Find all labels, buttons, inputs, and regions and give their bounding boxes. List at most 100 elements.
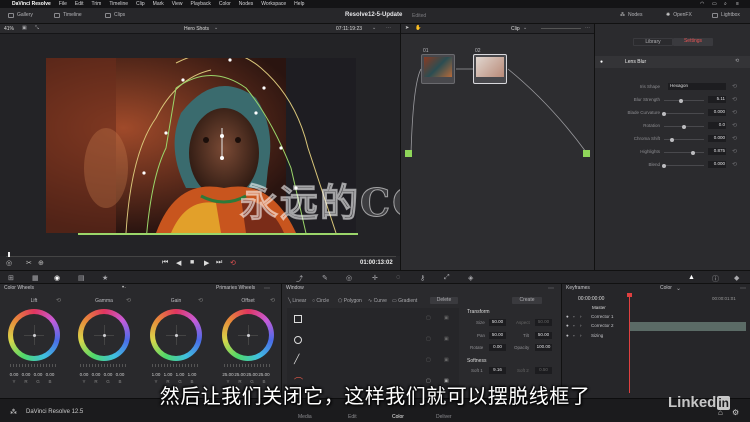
track-enable-icon[interactable]: ●	[566, 314, 569, 319]
wheel-value[interactable]: 0.00	[20, 372, 32, 377]
window-row-linear[interactable]: ▢ ▣	[288, 310, 458, 330]
param-value[interactable]: 0.0	[708, 122, 726, 129]
track-expand-icon[interactable]: ›	[580, 333, 582, 338]
wheels-options-icon[interactable]: ⋯	[264, 285, 270, 292]
menu-workspace[interactable]: Workspace	[261, 1, 286, 7]
param-slider[interactable]	[664, 113, 704, 114]
clip-dropdown-icon[interactable]: ⌄	[214, 25, 218, 31]
track-expand-icon[interactable]: ›	[580, 323, 582, 328]
output-node[interactable]	[583, 150, 590, 157]
param-value[interactable]: 0.875	[708, 148, 726, 155]
wheel-puck[interactable]	[247, 334, 250, 337]
stop-icon[interactable]: ■	[190, 259, 194, 266]
menu-color[interactable]: Color	[219, 1, 231, 7]
track-lock-icon[interactable]: ▫	[573, 314, 575, 319]
color-wheel-lift[interactable]	[8, 309, 60, 361]
window-row-circle[interactable]: ▢ ▣	[288, 331, 458, 351]
menu-file[interactable]: File	[59, 1, 67, 7]
scrubber-track[interactable]	[6, 256, 396, 257]
zoom-level[interactable]: 41%	[4, 26, 14, 32]
keyframe-icon[interactable]: ◆	[734, 274, 739, 282]
tracker-icon[interactable]: ✛	[372, 274, 378, 282]
spotlight-icon[interactable]: ⌕	[724, 1, 727, 7]
camera-raw-icon[interactable]: ⊞	[8, 274, 14, 282]
keyframe-track-row[interactable]: ● ▫ › Corrector 1	[563, 314, 747, 322]
param-slider-knob[interactable]	[678, 98, 683, 103]
window-invert-icon[interactable]: ▣	[444, 315, 449, 321]
wheel-value[interactable]: 25.00	[258, 372, 270, 377]
param-slider[interactable]	[664, 165, 704, 166]
window-row-polygon[interactable]: ╱ ▢ ▣	[288, 352, 458, 372]
rgb-mixer-icon[interactable]: ▤	[78, 274, 85, 282]
wheel-value[interactable]: 1.00	[174, 372, 186, 377]
key-icon[interactable]: ⚷	[420, 274, 425, 282]
loop-icon[interactable]: ⟲	[230, 259, 236, 267]
wheel-value[interactable]: 1.00	[186, 372, 198, 377]
track-enable-icon[interactable]: ●	[566, 323, 569, 328]
window-toggle-icon[interactable]: ▢	[426, 357, 431, 363]
tilt-value[interactable]: 50.00	[535, 332, 552, 339]
param-slider[interactable]	[664, 100, 704, 101]
create-button[interactable]: Create	[512, 297, 542, 304]
wheel-puck[interactable]	[33, 334, 36, 337]
lightbox-tab[interactable]: Lightbox	[712, 12, 740, 18]
param-value[interactable]: 0.000	[708, 135, 726, 142]
reverse-icon[interactable]: ◀	[176, 259, 181, 267]
wheel-value[interactable]: 25.00	[222, 372, 234, 377]
color-wheel-offset[interactable]	[222, 309, 274, 361]
menu-mark[interactable]: Mark	[153, 1, 164, 7]
window-options-icon[interactable]: ⋯	[548, 285, 554, 292]
blur-icon[interactable]: ◌	[396, 274, 400, 281]
color-match-icon[interactable]: ▦	[32, 274, 39, 282]
play-icon[interactable]: ▶	[204, 259, 209, 267]
param-value[interactable]: 5.11	[708, 96, 726, 103]
keyframe-track-row[interactable]: ● ▫ › Corrector 2	[563, 323, 747, 331]
viewer-options-icon[interactable]: ⌄	[372, 25, 376, 31]
linear-shape-button[interactable]: ╲ Linear	[288, 298, 306, 304]
polygon-window-icon[interactable]: ╱	[294, 354, 299, 365]
app-menu[interactable]: DaVinci Resolve	[12, 1, 51, 7]
menu-view[interactable]: View	[172, 1, 183, 7]
wheel-value[interactable]: 0.00	[114, 372, 126, 377]
param-slider-knob[interactable]	[682, 124, 686, 129]
soft2-value[interactable]: 0.50	[535, 367, 552, 374]
size-value[interactable]: 50.00	[489, 319, 506, 326]
param-slider-knob[interactable]	[662, 111, 666, 116]
wheels-mode[interactable]: Primaries Wheels	[216, 285, 255, 293]
track-lock-icon[interactable]: ▫	[573, 323, 575, 328]
wheel-reset-icon[interactable]: ⟲	[270, 297, 275, 304]
reset-icon[interactable]: ⟲	[732, 109, 737, 116]
delete-button[interactable]: Delete	[430, 297, 458, 304]
snap-icon[interactable]: ⊕	[38, 259, 44, 267]
media-page-button[interactable]: Media	[298, 414, 312, 420]
reset-icon[interactable]: ⟲	[732, 148, 737, 155]
menu-trim[interactable]: Trim	[92, 1, 102, 7]
param-slider-knob[interactable]	[662, 163, 666, 168]
rotate-value[interactable]: 0.00	[489, 344, 506, 351]
master-wheel-dial[interactable]	[224, 364, 272, 367]
circle-shape-button[interactable]: ○ Circle	[312, 298, 329, 304]
keyframes-options-icon[interactable]: ⋯	[740, 285, 746, 292]
master-wheel-dial[interactable]	[80, 364, 128, 367]
node-editor[interactable]: ➤ ✋ Clip ⌄ ⋯ 01 02	[400, 24, 595, 270]
notification-icon[interactable]: ≡	[736, 1, 739, 7]
color-page-button[interactable]: Color	[392, 414, 404, 420]
param-slider[interactable]	[664, 152, 704, 153]
wheel-value[interactable]: 25.00	[234, 372, 246, 377]
wheel-reset-icon[interactable]: ⟲	[126, 297, 131, 304]
keyframes-mode-dropdown-icon[interactable]: ⌄	[676, 285, 681, 292]
keyframe-track-row[interactable]: ● ▫ › Sizing	[563, 333, 747, 341]
wheel-value[interactable]: 0.00	[78, 372, 90, 377]
wheel-value[interactable]: 0.00	[90, 372, 102, 377]
wipe-icon[interactable]: ⤡	[35, 25, 39, 31]
track-enable-icon[interactable]: ●	[566, 333, 569, 338]
param-slider-knob[interactable]	[690, 150, 695, 155]
deliver-page-button[interactable]: Deliver	[436, 414, 452, 420]
reset-icon[interactable]: ⟲	[732, 135, 737, 142]
polygon-shape-button[interactable]: ⬠ Polygon	[338, 298, 362, 304]
viewer-mode-icon[interactable]: ▣	[22, 25, 27, 31]
playhead[interactable]	[8, 252, 10, 257]
effect-reset-icon[interactable]: ⟲	[735, 58, 739, 64]
timeline-tab[interactable]: Timeline	[54, 12, 82, 18]
library-tab[interactable]: Library	[633, 38, 673, 46]
